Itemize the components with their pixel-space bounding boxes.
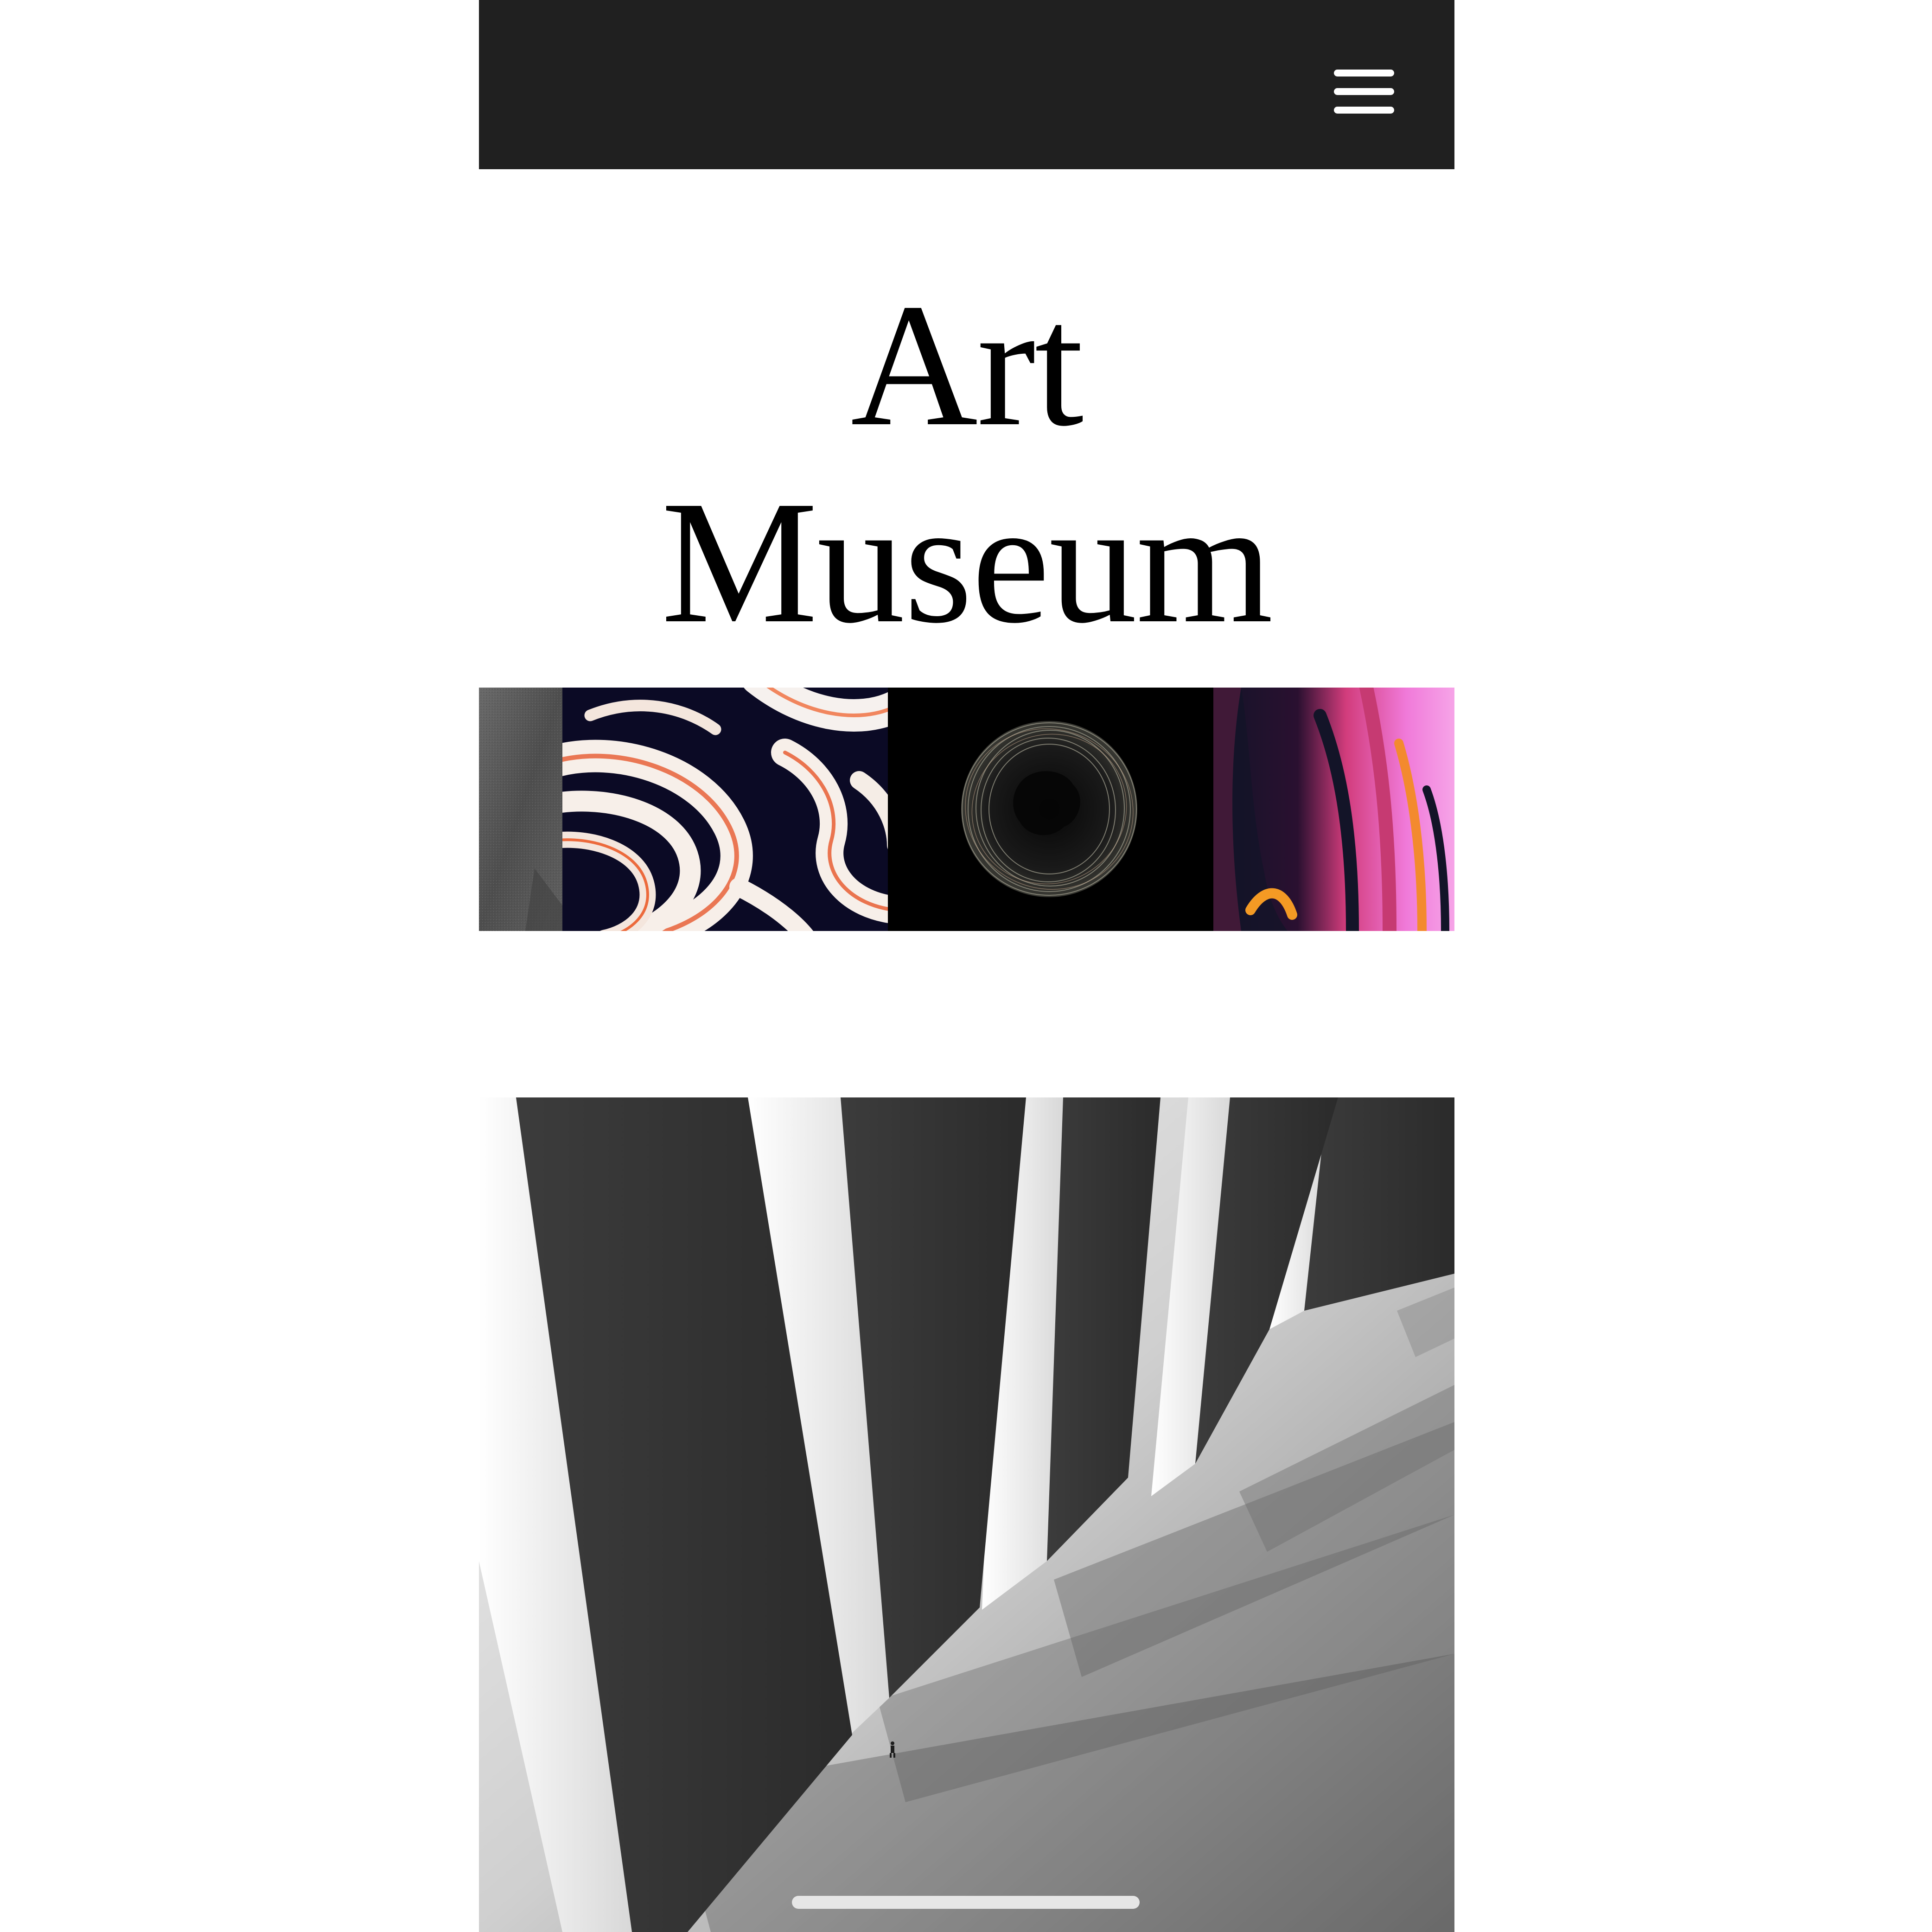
- home-indicator[interactable]: [792, 1896, 1140, 1909]
- page-title-line-2: Museum: [661, 465, 1273, 660]
- wire-sphere-artwork[interactable]: [888, 688, 1213, 931]
- gradient-flow-artwork[interactable]: [1213, 688, 1454, 931]
- menu-line: [1334, 70, 1394, 77]
- pillars-artwork[interactable]: [479, 1097, 1454, 1932]
- top-navigation-bar: [479, 0, 1454, 169]
- page-title: Art Museum: [479, 267, 1454, 661]
- hamburger-menu-icon[interactable]: [1334, 65, 1394, 118]
- artwork-gallery-strip: [479, 688, 1454, 931]
- page-title-line-1: Art: [850, 268, 1084, 463]
- menu-line: [1334, 107, 1394, 114]
- menu-line: [1334, 88, 1394, 95]
- swirl-artwork[interactable]: [562, 688, 888, 931]
- gray-texture-artwork[interactable]: [479, 688, 562, 931]
- app-screen: Art Museum: [479, 0, 1454, 1932]
